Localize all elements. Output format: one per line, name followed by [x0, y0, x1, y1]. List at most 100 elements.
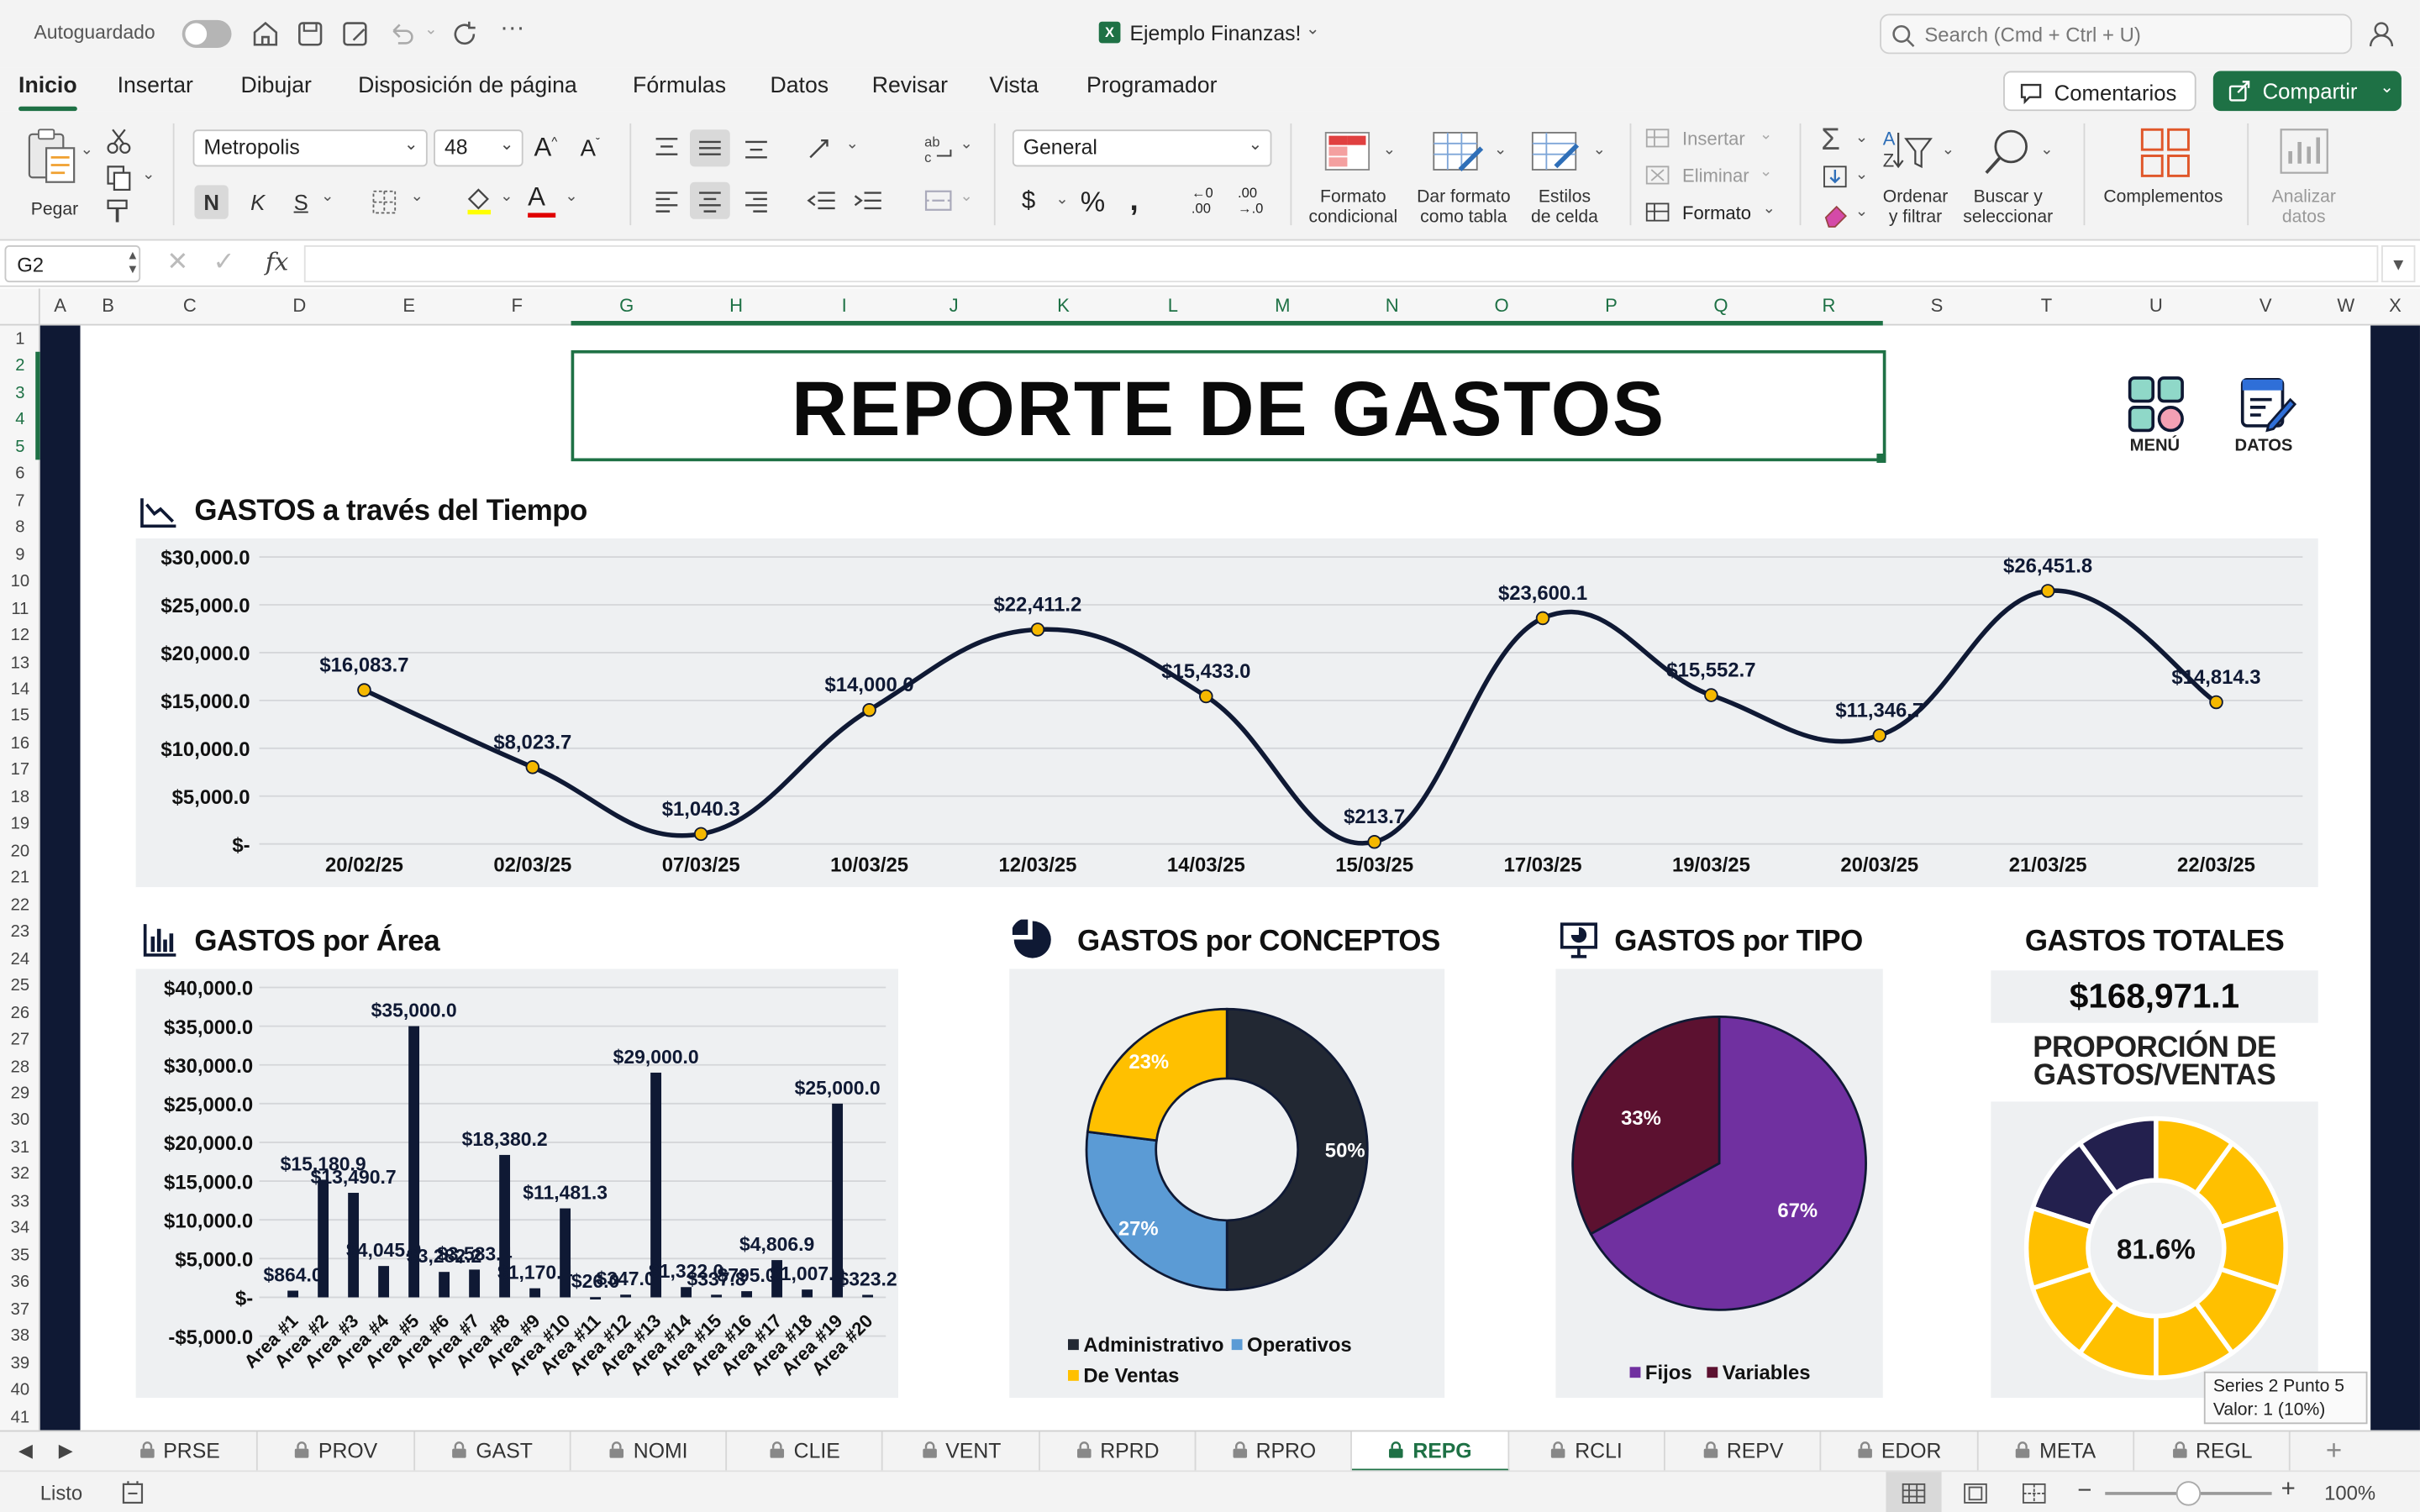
col-header[interactable]: L	[1118, 295, 1228, 317]
wrap-dropdown-icon[interactable]: ⌄	[960, 136, 972, 153]
sort-filter-button[interactable]: AZ ⌄ Ordenar y filtrar	[1874, 127, 1960, 235]
home-icon[interactable]	[250, 18, 281, 50]
search-box[interactable]: Search (Cmd + Ctrl + U)	[1880, 13, 2353, 55]
zoom-out-icon[interactable]: −	[2077, 1478, 2091, 1506]
row-header[interactable]: 37	[0, 1300, 40, 1319]
tab-datos[interactable]: Datos	[771, 74, 829, 98]
tab-inicio[interactable]: Inicio	[18, 74, 77, 112]
col-header[interactable]: F	[463, 295, 571, 317]
col-header[interactable]: T	[1991, 295, 2102, 317]
bar[interactable]	[378, 1266, 390, 1298]
align-top-icon[interactable]	[651, 133, 682, 164]
row-header[interactable]: 35	[0, 1247, 40, 1265]
sheet-tab-repg[interactable]: REPG	[1352, 1431, 1509, 1473]
insert-label[interactable]: Insertar	[1682, 128, 1745, 150]
function-icon[interactable]: fx	[266, 247, 288, 276]
bold-button[interactable]: N	[194, 185, 229, 219]
col-header[interactable]: V	[2210, 295, 2321, 317]
paste-dropdown-icon[interactable]: ⌄	[81, 142, 93, 159]
align-center-button[interactable]	[690, 181, 730, 219]
bar[interactable]	[287, 1290, 299, 1298]
zoom-level[interactable]: 100%	[2324, 1481, 2375, 1504]
row-header[interactable]: 40	[0, 1381, 40, 1399]
row-header[interactable]: 4	[0, 411, 40, 429]
pie-slice[interactable]	[1086, 1007, 1228, 1142]
row-header[interactable]: 31	[0, 1138, 40, 1157]
shrink-font-icon[interactable]: Aˇ	[581, 136, 600, 162]
undo-icon[interactable]	[386, 18, 417, 50]
fill-dropdown-icon[interactable]: ⌄	[500, 188, 513, 205]
col-header[interactable]: C	[136, 295, 245, 317]
paste-button[interactable]: Pegar	[18, 127, 89, 223]
col-header[interactable]: Q	[1667, 295, 1776, 317]
autosave-toggle[interactable]	[182, 19, 232, 48]
increase-indent-icon[interactable]	[852, 185, 886, 216]
row-header[interactable]: 38	[0, 1327, 40, 1346]
copy-icon[interactable]	[105, 164, 133, 192]
row-header[interactable]: 21	[0, 869, 40, 888]
col-header[interactable]: M	[1228, 295, 1337, 317]
expand-formula-icon[interactable]: ▼	[2381, 245, 2416, 283]
row-header[interactable]: 33	[0, 1192, 40, 1210]
underline-button[interactable]: S	[284, 185, 318, 218]
sum-icon[interactable]: Σ	[1821, 123, 1840, 159]
row-header[interactable]: 24	[0, 950, 40, 969]
col-header[interactable]: A	[40, 295, 81, 317]
percent-icon[interactable]: %	[1081, 186, 1105, 219]
formula-input[interactable]	[303, 245, 2379, 283]
merge-dropdown-icon[interactable]: ⌄	[960, 188, 972, 205]
row-header[interactable]: 22	[0, 896, 40, 915]
save-as-icon[interactable]	[339, 18, 371, 50]
save-icon[interactable]	[295, 18, 326, 50]
align-middle-button[interactable]	[690, 129, 730, 167]
row-header[interactable]: 25	[0, 977, 40, 995]
increase-decimal-icon[interactable]: ←0.00	[1192, 185, 1213, 216]
row-header[interactable]: 32	[0, 1165, 40, 1184]
row-header[interactable]: 5	[0, 438, 40, 456]
currency-dropdown-icon[interactable]: ⌄	[1055, 192, 1068, 208]
delete-label[interactable]: Eliminar	[1682, 165, 1749, 187]
row-header[interactable]: 9	[0, 546, 40, 564]
data-button[interactable]: DATOS	[2226, 375, 2309, 465]
number-format-select[interactable]: General ⌄	[1012, 129, 1272, 167]
data-point[interactable]	[862, 702, 876, 717]
borders-icon[interactable]	[371, 188, 398, 216]
align-right-icon[interactable]	[741, 185, 772, 216]
account-icon[interactable]	[2367, 18, 2398, 50]
currency-icon[interactable]: $	[1022, 188, 1035, 216]
comma-style-icon[interactable]: ,	[1129, 184, 1138, 219]
row-header[interactable]: 1	[0, 330, 40, 349]
orientation-dropdown-icon[interactable]: ⌄	[846, 136, 859, 153]
sheet-tab-prse[interactable]: PRSE	[102, 1431, 259, 1473]
page-break-icon[interactable]	[2022, 1481, 2046, 1505]
sheet-tab-vent[interactable]: VENT	[884, 1431, 1040, 1473]
merge-icon[interactable]	[923, 185, 956, 216]
bar[interactable]	[439, 1272, 450, 1298]
undo-dropdown-icon[interactable]: ⌄	[424, 22, 437, 39]
col-header[interactable]: R	[1775, 295, 1883, 317]
col-header[interactable]: G	[571, 295, 682, 317]
row-header[interactable]: 29	[0, 1084, 40, 1103]
col-header[interactable]: O	[1448, 295, 1556, 317]
bar[interactable]	[318, 1179, 329, 1298]
col-header[interactable]: H	[682, 295, 791, 317]
title-dropdown-icon[interactable]: ⌄	[1306, 18, 1320, 39]
bar[interactable]	[802, 1289, 813, 1298]
format-cells-icon[interactable]	[1645, 201, 1673, 225]
row-header[interactable]: 23	[0, 923, 40, 942]
col-header[interactable]: N	[1337, 295, 1448, 317]
cell-styles-button[interactable]: ⌄ Estilos de celda	[1525, 127, 1612, 235]
format-dropdown-icon[interactable]: ⌄	[1763, 201, 1776, 218]
row-header[interactable]: 39	[0, 1354, 40, 1373]
font-color-dropdown-icon[interactable]: ⌄	[565, 188, 577, 205]
align-left-icon[interactable]	[651, 185, 682, 216]
normal-view-button[interactable]	[1886, 1472, 1942, 1512]
col-header[interactable]: K	[1009, 295, 1118, 317]
row-header[interactable]: 41	[0, 1408, 40, 1426]
data-point[interactable]	[2209, 695, 2223, 710]
col-header[interactable]: X	[2370, 295, 2420, 317]
align-bottom-icon[interactable]	[741, 133, 772, 164]
row-header[interactable]: 28	[0, 1058, 40, 1076]
insert-dropdown-icon[interactable]: ⌄	[1760, 127, 1772, 144]
table-format-button[interactable]: ⌄ Dar formato como tabla	[1413, 127, 1524, 235]
